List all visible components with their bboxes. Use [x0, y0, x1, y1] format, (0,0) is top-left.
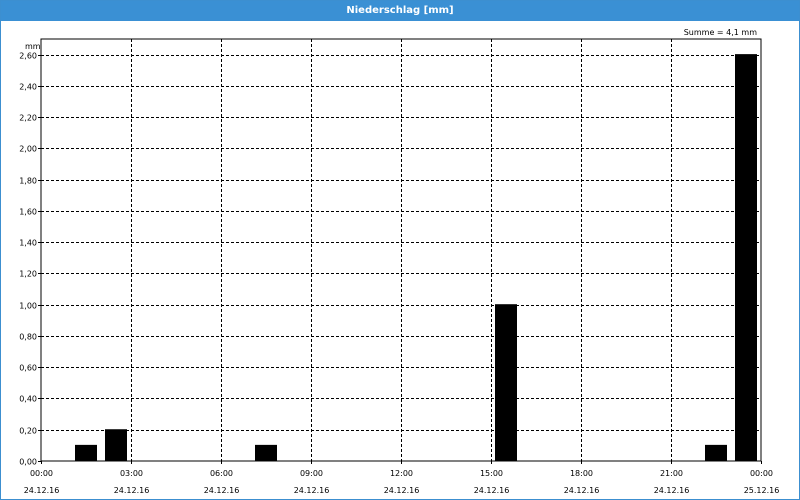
precipitation-bar	[735, 54, 757, 462]
precipitation-bar	[105, 429, 127, 462]
x-tick-time-label: 00:00	[750, 469, 773, 478]
y-tick-label: 0,20	[19, 427, 37, 436]
y-tick-label: 0,60	[19, 364, 37, 373]
precipitation-chart: mm Summe = 4,1 mm 0,00 0,20 0,40 0,60 0,80 1,…	[19, 28, 780, 495]
sum-annotation: Summe = 4,1 mm	[684, 28, 758, 37]
x-tick-time-label: 18:00	[570, 469, 593, 478]
x-tick-date-label: 24.12.16	[384, 486, 420, 495]
x-tick-time-label: 15:00	[480, 469, 503, 478]
x-tick-time-label: 21:00	[660, 469, 683, 478]
x-tick-date-label: 24.12.16	[474, 486, 510, 495]
y-tick-label: 2,20	[19, 114, 37, 123]
y-tick-label: 0,80	[19, 333, 37, 342]
x-tick-time-label: 00:00	[30, 469, 53, 478]
y-tick-label: 0,00	[19, 458, 37, 467]
x-tick-time-label: 12:00	[390, 469, 413, 478]
x-tick-date-label: 24.12.16	[24, 486, 60, 495]
y-tick-label: 2,40	[19, 83, 37, 92]
y-tick-label: 0,40	[19, 395, 37, 404]
y-axis-unit: mm	[25, 42, 41, 51]
y-tick-label: 1,20	[19, 270, 37, 279]
y-tick-label: 1,60	[19, 208, 37, 217]
y-tick-label: 1,40	[19, 239, 37, 248]
x-tick-time-label: 03:00	[120, 469, 143, 478]
y-tick-label: 1,80	[19, 177, 37, 186]
window-title: Niederschlag [mm]	[1, 1, 799, 21]
chart-window: Niederschlag [mm] mm Summe = 4,1 mm 0,00…	[0, 0, 800, 500]
x-tick-time-label: 09:00	[300, 469, 323, 478]
precipitation-bar	[75, 444, 97, 462]
x-tick-date-label: 24.12.16	[204, 486, 240, 495]
x-tick-date-label: 24.12.16	[654, 486, 690, 495]
x-tick-date-label: 24.12.16	[114, 486, 150, 495]
x-tick-date-label: 24.12.16	[294, 486, 330, 495]
precipitation-bar	[255, 444, 277, 462]
precipitation-bar	[495, 304, 517, 462]
x-tick-date-label: 24.12.16	[564, 486, 600, 495]
y-tick-label: 2,60	[19, 52, 37, 61]
precipitation-bar	[705, 444, 727, 462]
x-tick-time-label: 06:00	[210, 469, 233, 478]
y-tick-label: 1,00	[19, 302, 37, 311]
x-tick-date-label: 25.12.16	[744, 486, 780, 495]
y-tick-label: 2,00	[19, 145, 37, 154]
